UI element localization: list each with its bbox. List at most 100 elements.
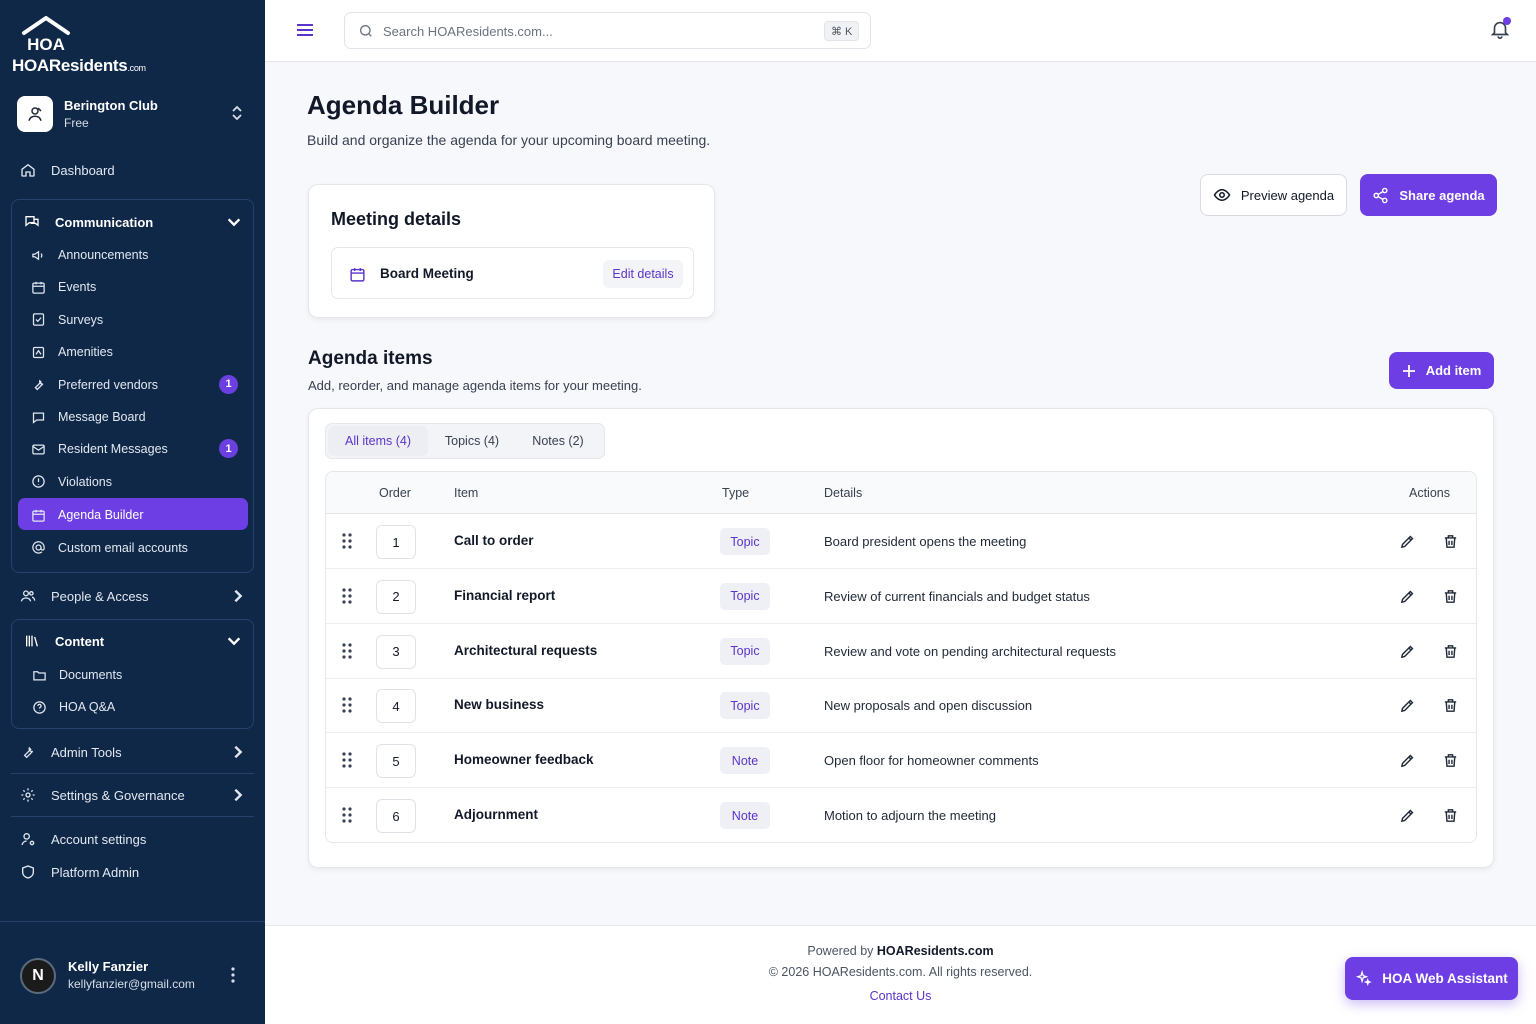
agenda-filter-tabs: All items (4) Topics (4) Notes (2) [325, 423, 605, 459]
user-name: Kelly Fanzier [68, 959, 149, 974]
nav-communication[interactable]: Communication [24, 208, 241, 236]
drag-handle-icon[interactable] [342, 752, 352, 768]
folder-icon [33, 670, 46, 680]
brand-logo[interactable]: HOA HOAResidents.com [12, 16, 152, 76]
drag-handle-icon[interactable] [342, 807, 352, 823]
add-item-button[interactable]: Add item [1389, 352, 1494, 389]
divider [11, 773, 254, 774]
edit-details-button[interactable]: Edit details [603, 260, 683, 288]
trash-icon[interactable] [1442, 643, 1459, 660]
trash-icon[interactable] [1442, 752, 1459, 769]
survey-icon [32, 313, 45, 327]
trash-icon[interactable] [1442, 807, 1459, 824]
avatar: N [20, 958, 56, 994]
sidebar-item-preferred-vendors[interactable]: Preferred vendors [31, 371, 158, 399]
order-field[interactable]: 5 [376, 744, 416, 779]
calendar-icon [350, 268, 365, 282]
tab-notes[interactable]: Notes (2) [516, 426, 600, 456]
agenda-item-details: Open floor for homeowner comments [824, 753, 1039, 769]
meeting-row: Board Meeting Edit details [331, 247, 694, 299]
search-shortcut: ⌘ K [824, 21, 860, 41]
sidebar-item-resident-messages[interactable]: Resident Messages [31, 435, 168, 463]
order-field[interactable]: 2 [376, 579, 416, 614]
sidebar-item-events[interactable]: Events [31, 273, 96, 301]
sidebar: HOA HOAResidents.com Berington Club Free… [0, 0, 265, 1024]
pencil-icon[interactable] [1399, 533, 1416, 550]
trash-icon[interactable] [1442, 533, 1459, 550]
sidebar-item-label: Agenda Builder [58, 508, 144, 523]
tab-topics[interactable]: Topics (4) [430, 426, 514, 456]
agenda-item-details: Motion to adjourn the meeting [824, 808, 996, 823]
trash-icon[interactable] [1442, 588, 1459, 605]
org-switcher[interactable]: Berington Club Free [17, 96, 251, 136]
sidebar-item-label: Events [58, 280, 97, 295]
hamburger-menu-icon[interactable] [295, 20, 315, 40]
meeting-name: Board Meeting [380, 266, 474, 281]
agenda-items-title: Agenda items [308, 348, 433, 369]
meeting-details-card: Meeting details Board Meeting Edit detai… [308, 184, 715, 318]
tab-all-items[interactable]: All items (4) [328, 426, 428, 456]
agenda-item-name: Homeowner feedback [454, 752, 594, 768]
user-profile[interactable]: N Kelly Fanzier kellyfanzier@gmail.com [20, 956, 250, 996]
sidebar-item-surveys[interactable]: Surveys [31, 306, 103, 334]
gear-icon [21, 788, 35, 802]
pencil-icon[interactable] [1399, 697, 1416, 714]
nav-settings-governance[interactable]: Settings & Governance [20, 781, 243, 809]
sidebar-item-label: HOA Q&A [59, 700, 116, 714]
sidebar-item-label: Resident Messages [58, 442, 168, 457]
nav-admin-tools[interactable]: Admin Tools [20, 738, 243, 766]
contact-us-link[interactable]: Contact Us [870, 989, 932, 1003]
pencil-icon[interactable] [1399, 643, 1416, 660]
search-box[interactable]: ⌘ K [344, 12, 871, 49]
drag-handle-icon[interactable] [342, 697, 352, 713]
wrench-icon [34, 379, 44, 391]
house-logo-icon: HOA [22, 16, 70, 52]
nav-account-settings[interactable]: Account settings [20, 825, 146, 853]
pencil-icon[interactable] [1399, 588, 1416, 605]
chevron-right-icon [234, 788, 243, 802]
order-field[interactable]: 4 [376, 689, 416, 724]
agenda-items-card: All items (4) Topics (4) Notes (2) Order… [308, 408, 1494, 868]
pencil-icon[interactable] [1399, 807, 1416, 824]
powered-by: Powered by HOAResidents.com [807, 944, 994, 958]
agenda-item-name: Adjournment [454, 807, 538, 822]
sidebar-item-agenda-builder[interactable]: Agenda Builder [31, 501, 143, 529]
pencil-icon[interactable] [1399, 752, 1416, 769]
svg-text:HOA: HOA [27, 35, 65, 52]
org-icon [17, 96, 53, 132]
drag-handle-icon[interactable] [342, 588, 352, 604]
sidebar-item-message-board[interactable]: Message Board [31, 403, 146, 431]
type-badge: Topic [720, 637, 770, 665]
sidebar-item-announcements[interactable]: Announcements [31, 241, 148, 269]
chevron-right-icon [234, 745, 243, 759]
chevron-up-down-icon[interactable] [231, 104, 243, 122]
table-row: 5 Homeowner feedback Note Open floor for ho… [326, 733, 1476, 789]
sidebar-item-documents[interactable]: Documents [32, 661, 122, 689]
drag-handle-icon[interactable] [342, 533, 352, 549]
share-agenda-button[interactable]: Share agenda [1360, 174, 1497, 216]
more-vertical-icon[interactable] [230, 966, 236, 984]
agenda-item-name: Architectural requests [454, 642, 598, 658]
sidebar-item-violations[interactable]: Violations [31, 468, 112, 496]
nav-platform-admin[interactable]: Platform Admin [20, 858, 139, 886]
sidebar-item-custom-email-accounts[interactable]: Custom email accounts [31, 534, 188, 562]
nav-dashboard[interactable]: Dashboard [20, 156, 115, 184]
drag-handle-icon[interactable] [342, 642, 352, 659]
agenda-item-details: New proposals and open discussion [824, 698, 1033, 714]
trash-icon[interactable] [1442, 697, 1459, 714]
sidebar-item-amenities[interactable]: Amenities [31, 338, 113, 366]
preview-agenda-button[interactable]: Preview agenda [1200, 174, 1347, 216]
nav-people-access[interactable]: People & Access [20, 582, 243, 610]
column-item: Item [454, 486, 479, 500]
table-row: 2 Financial report Topic Review of current … [326, 569, 1476, 624]
sidebar-item-label: Announcements [58, 248, 149, 262]
sidebar-item-hoa-q-a[interactable]: HOA Q&A [32, 693, 115, 721]
hoa-web-assistant-button[interactable]: HOA Web Assistant [1345, 957, 1518, 1000]
eye-icon [1213, 188, 1231, 202]
order-field[interactable]: 3 [376, 634, 416, 669]
nav-content[interactable]: Content [24, 627, 241, 655]
order-field[interactable]: 1 [376, 525, 416, 559]
home-icon [21, 163, 35, 177]
order-field[interactable]: 6 [376, 799, 416, 833]
search-input[interactable] [383, 21, 803, 41]
